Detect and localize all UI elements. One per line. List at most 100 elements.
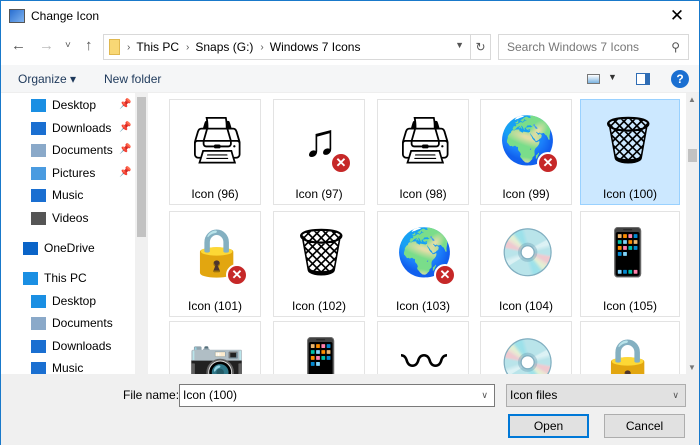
- new-folder-button[interactable]: New folder: [104, 72, 161, 86]
- file-name-input[interactable]: Icon (100) ∨: [179, 384, 495, 407]
- sidebar-item-this-pc[interactable]: This PC: [23, 268, 87, 288]
- icon-image: 🗑: [292, 226, 351, 278]
- sidebar-item-documents[interactable]: Documents: [31, 140, 113, 160]
- icon-image: 🖨: [396, 114, 455, 166]
- icon-preview: 🗑: [292, 220, 351, 284]
- sidebar-item-onedrive[interactable]: OneDrive: [23, 238, 95, 258]
- preview-pane-icon[interactable]: [636, 73, 650, 85]
- close-button[interactable]: ✕: [655, 1, 699, 31]
- search-input[interactable]: Search Windows 7 Icons ⚲: [498, 34, 689, 60]
- chevron-down-icon: ∨: [672, 390, 679, 400]
- icon-preview: 🌍 ✕: [396, 220, 456, 286]
- window-title: Change Icon: [31, 9, 100, 23]
- icon-preview: 🔒 ✕: [188, 220, 248, 286]
- open-button[interactable]: Open: [508, 414, 589, 438]
- sidebar-item-label: Music: [52, 188, 84, 202]
- breadcrumb-snaps[interactable]: Snaps (G:): [195, 40, 253, 54]
- icon-label: Icon (104): [498, 299, 554, 313]
- sidebar-item-desktop[interactable]: Desktop: [31, 95, 96, 115]
- pin-icon[interactable]: 📌: [119, 99, 131, 110]
- sidebar-item-desktop[interactable]: Desktop: [31, 291, 96, 311]
- sidebar-item-label: Music: [52, 361, 84, 374]
- address-bar[interactable]: › This PC › Snaps (G:) › Windows 7 Icons…: [103, 34, 491, 60]
- breadcrumb-windows-7-icons[interactable]: Windows 7 Icons: [270, 40, 361, 54]
- file-type-select[interactable]: Icon files ∨: [506, 384, 686, 407]
- pin-icon[interactable]: 📌: [119, 167, 131, 178]
- sidebar-item-pictures[interactable]: Pictures: [31, 163, 95, 183]
- error-badge-icon: ✕: [330, 152, 352, 174]
- sidebar-item-documents[interactable]: Documents: [31, 313, 113, 333]
- pin-icon[interactable]: 📌: [119, 122, 131, 133]
- error-badge-icon: ✕: [226, 264, 248, 286]
- music-icon: [31, 188, 46, 202]
- icon-image: 💿: [499, 226, 557, 278]
- refresh-button[interactable]: ↻: [470, 35, 490, 59]
- icon-image: 🗑: [599, 114, 658, 166]
- breadcrumb-this-pc[interactable]: This PC: [136, 40, 179, 54]
- icon-tile[interactable]: 🔒 ✕ Icon (101): [169, 211, 261, 317]
- sidebar-item-label: OneDrive: [44, 241, 95, 255]
- icon-tile[interactable]: 🌍 ✕ Icon (103): [377, 211, 469, 317]
- file-name-value: Icon (100): [183, 388, 238, 402]
- organize-button[interactable]: Organize ▾: [18, 72, 76, 86]
- sidebar-item-label: Desktop: [52, 294, 97, 308]
- icon-tile[interactable]: 🖨 Icon (98): [377, 99, 469, 205]
- icon-tile[interactable]: 📱: [273, 321, 365, 374]
- icon-tile[interactable]: 🗑 Icon (100): [580, 99, 680, 205]
- icon-preview: 📷: [188, 330, 245, 374]
- icon-preview: ♫ ✕: [292, 108, 352, 174]
- title-bar: Change Icon ✕: [1, 1, 699, 31]
- icon-preview: 🖨: [188, 108, 246, 172]
- sidebar-item-label: Downloads: [52, 121, 112, 135]
- forward-button[interactable]: →: [39, 37, 54, 54]
- up-button[interactable]: ↑: [85, 37, 93, 54]
- icon-tile[interactable]: ♫ ✕ Icon (97): [273, 99, 365, 205]
- music-icon: [31, 361, 46, 374]
- back-button[interactable]: ←: [11, 37, 26, 54]
- error-badge-icon: ✕: [537, 152, 559, 174]
- view-options-icon[interactable]: [587, 74, 600, 84]
- sidebar-item-music[interactable]: Music: [31, 358, 83, 374]
- icon-tile[interactable]: 🔒: [580, 321, 680, 374]
- icon-tile[interactable]: 💿: [480, 321, 572, 374]
- file-name-dropdown-icon[interactable]: ∨: [481, 385, 488, 406]
- navigation-bar: ← → ˅ ↑ › This PC › Snaps (G:) › Windows…: [1, 34, 699, 60]
- documents-icon: [31, 316, 46, 330]
- sidebar-item-videos[interactable]: Videos: [31, 208, 88, 228]
- address-dropdown-icon[interactable]: ▼: [455, 40, 464, 50]
- icon-tile[interactable]: 🖨 Icon (96): [169, 99, 261, 205]
- icon-tile[interactable]: 🗑 Icon (102): [273, 211, 365, 317]
- folder-icon: [109, 39, 120, 55]
- sidebar-item-music[interactable]: Music: [31, 185, 83, 205]
- icon-preview: 🖨: [396, 108, 455, 172]
- sidebar-item-label: Pictures: [52, 166, 96, 180]
- icon-label: Icon (101): [187, 299, 243, 313]
- help-button[interactable]: ?: [671, 70, 689, 88]
- icon-tile[interactable]: 📱 Icon (105): [580, 211, 680, 317]
- icon-tile[interactable]: 〰: [377, 321, 469, 374]
- icon-tile[interactable]: 📷: [169, 321, 261, 374]
- this-pc-icon: [23, 271, 38, 285]
- icon-label: Icon (103): [395, 299, 451, 313]
- cancel-button[interactable]: Cancel: [604, 414, 685, 438]
- videos-icon: [31, 211, 46, 225]
- icon-label: Icon (102): [291, 299, 347, 313]
- icon-label: Icon (100): [602, 187, 658, 201]
- sidebar-item-downloads[interactable]: Downloads: [31, 336, 111, 356]
- downloads-icon: [31, 339, 46, 353]
- change-icon-dialog: Change Icon ✕ ← → ˅ ↑ › This PC › Snaps …: [0, 0, 700, 445]
- error-badge-icon: ✕: [434, 264, 456, 286]
- sidebar-item-downloads[interactable]: Downloads: [31, 118, 111, 138]
- icon-image: 〰: [401, 336, 447, 374]
- file-type-value: Icon files: [510, 388, 558, 402]
- navigation-pane-scrollbar[interactable]: [135, 93, 148, 374]
- icon-tile[interactable]: 🌍 ✕ Icon (99): [480, 99, 572, 205]
- content-scrollbar[interactable]: ▲ ▼: [686, 93, 699, 374]
- icon-tile[interactable]: 💿 Icon (104): [480, 211, 572, 317]
- icon-label: Icon (99): [502, 187, 550, 201]
- navigation-pane: Desktop 📌 Downloads 📌 Documents 📌 Pictures 📌 Mus…: [1, 93, 149, 374]
- view-dropdown-icon[interactable]: ▼: [608, 72, 617, 82]
- icon-preview: 🗑: [599, 108, 658, 172]
- recent-locations-button[interactable]: ˅: [65, 40, 71, 51]
- pin-icon[interactable]: 📌: [119, 144, 131, 155]
